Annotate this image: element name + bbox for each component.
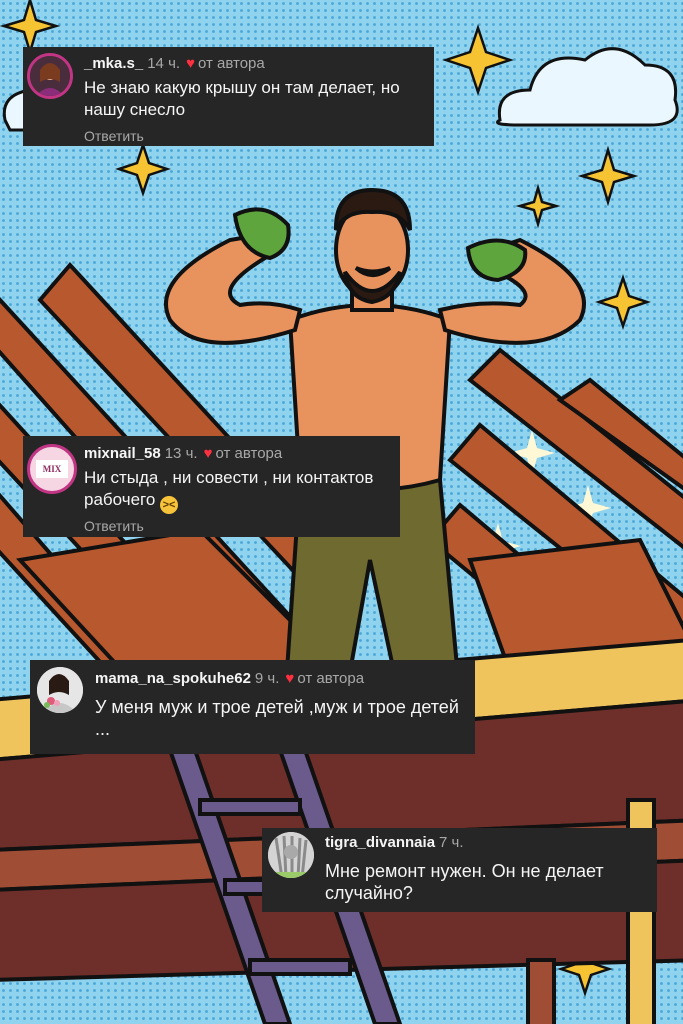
username[interactable]: tigra_divannaia bbox=[325, 834, 435, 851]
author-liked-label: от автора bbox=[297, 670, 365, 687]
username[interactable]: _mka.s_ bbox=[84, 55, 143, 72]
author-liked-label: от автора bbox=[215, 445, 283, 462]
comment-meta: _mka.s_ 14 ч. ♥ от автора bbox=[84, 55, 265, 73]
timestamp: 7 ч. bbox=[439, 834, 464, 851]
username[interactable]: mixnail_58 bbox=[84, 445, 161, 462]
comment-meta: mixnail_58 13 ч. ♥ от автора bbox=[84, 445, 282, 463]
comment-text: У меня муж и трое детей ,муж и трое дете… bbox=[95, 697, 459, 739]
profile-photo-icon bbox=[37, 667, 83, 713]
comment-meta: mama_na_spokuhe62 9 ч. ♥ от автора bbox=[95, 670, 364, 688]
laughing-squint-emoji-icon: >< bbox=[160, 496, 179, 514]
comment-card: _mka.s_ 14 ч. ♥ от автора Не знаю какую кры… bbox=[23, 47, 434, 146]
username[interactable]: mama_na_spokuhe62 bbox=[95, 670, 251, 687]
heart-icon: ♥ bbox=[186, 55, 195, 72]
comment-card: MIX mixnail_58 13 ч. ♥ от автора Ни стыда ,… bbox=[23, 436, 400, 537]
reply-button[interactable]: Ответить bbox=[84, 128, 144, 144]
heart-icon: ♥ bbox=[285, 670, 295, 687]
profile-photo-icon bbox=[268, 832, 314, 878]
timestamp: 9 ч. bbox=[254, 670, 280, 687]
comment-text-content: Ни стыда , ни совести , ни контактов раб… bbox=[84, 468, 374, 509]
reply-button[interactable]: Ответить bbox=[84, 518, 144, 534]
comment-card: tigra_divannaia 7 ч. Мне ремонт нужен. Он… bbox=[262, 828, 657, 912]
avatar[interactable] bbox=[268, 832, 314, 878]
comment-text: Не знаю какую крышу он там делает, но на… bbox=[84, 78, 400, 119]
comment-card: mama_na_spokuhe62 9 ч. ♥ от автора У меня м… bbox=[30, 660, 475, 754]
mixnail-logo: MIX bbox=[36, 460, 68, 478]
comment-meta: tigra_divannaia 7 ч. bbox=[325, 834, 464, 852]
avatar[interactable]: MIX bbox=[27, 444, 77, 494]
comment-text: Мне ремонт нужен. Он не делает случайно? bbox=[325, 861, 604, 903]
comment-text: Ни стыда , ни совести , ни контактов раб… bbox=[84, 467, 394, 514]
timestamp: 13 ч. bbox=[164, 445, 198, 462]
profile-photo-icon bbox=[30, 56, 70, 96]
avatar[interactable] bbox=[27, 53, 73, 99]
author-liked-label: от автора bbox=[197, 55, 265, 72]
heart-icon: ♥ bbox=[203, 445, 213, 462]
timestamp: 14 ч. bbox=[147, 55, 181, 72]
avatar[interactable] bbox=[37, 667, 83, 713]
